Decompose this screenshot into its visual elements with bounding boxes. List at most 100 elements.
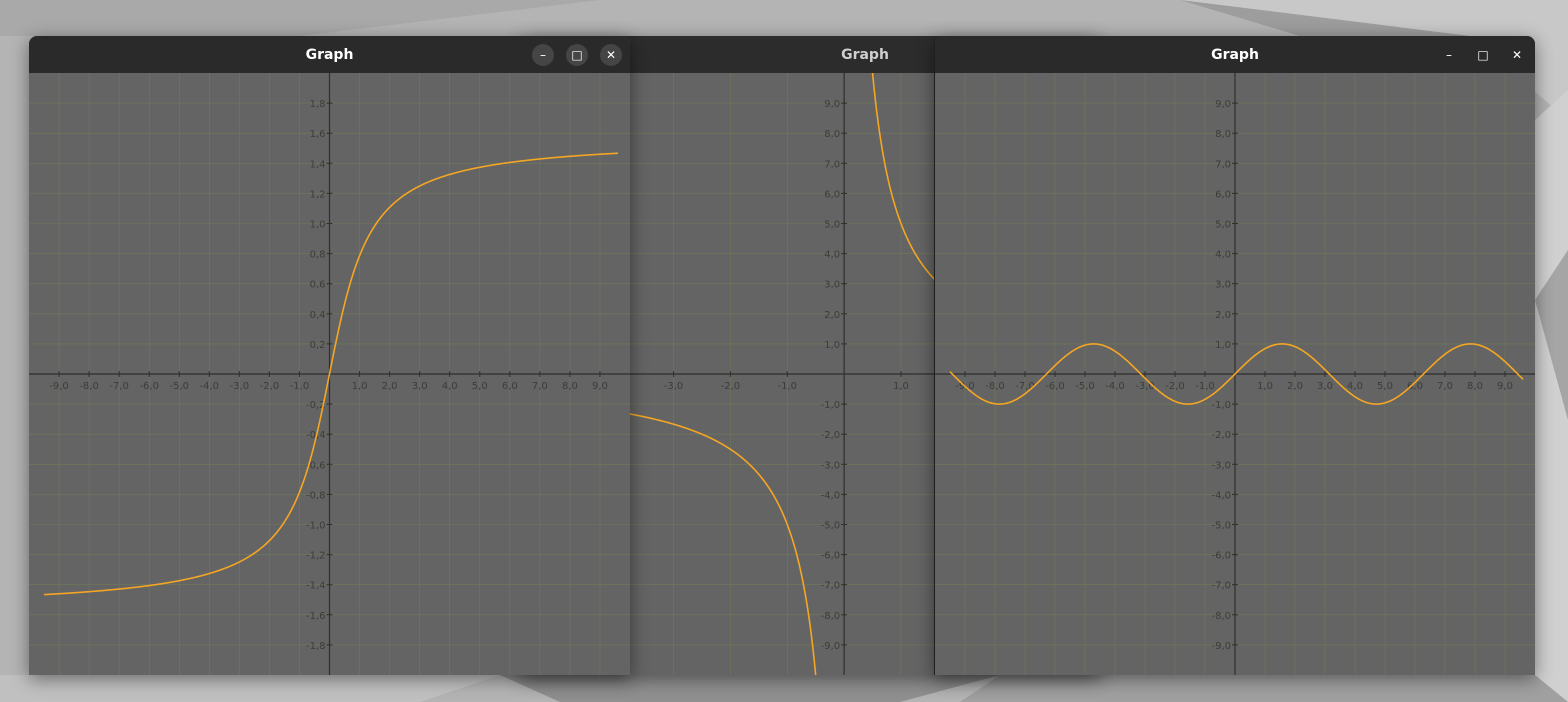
y-tick-label: -0,8 <box>306 490 326 501</box>
y-tick-label: 5,0 <box>1215 220 1231 231</box>
maximize-icon[interactable]: □ <box>566 44 588 66</box>
close-icon[interactable]: ✕ <box>600 44 622 66</box>
x-tick-label: -2,0 <box>721 381 741 392</box>
x-tick-label: 9,0 <box>1497 381 1513 392</box>
y-tick-label: -8,0 <box>821 611 841 622</box>
x-tick-label: 8,0 <box>1467 381 1483 392</box>
window-titlebar[interactable]: Graph – □ ✕ <box>29 36 630 73</box>
x-tick-label: -2,0 <box>1165 381 1185 392</box>
x-tick-label: -1,0 <box>290 381 310 392</box>
x-tick-label: 3,0 <box>1317 381 1333 392</box>
y-tick-label: -4,0 <box>1211 490 1231 501</box>
y-tick-label: 9,0 <box>1215 99 1231 110</box>
y-tick-label: 0,8 <box>310 250 326 261</box>
y-tick-label: -1,0 <box>306 521 326 532</box>
chart-plot-area[interactable]: -9,0 -8,0 -7,0 -6,0 -5,0 -4,0 -3,0 -2,0 -1,0 1,0 2… <box>29 73 630 675</box>
x-tick-label: -8,0 <box>79 381 99 392</box>
x-tick-label: -6,0 <box>1045 381 1065 392</box>
y-tick-label: -1,2 <box>306 551 326 562</box>
x-tick-label: 3,0 <box>412 381 428 392</box>
y-tick-label: -5,0 <box>1211 521 1231 532</box>
y-tick-label: 0,2 <box>310 340 326 351</box>
y-tick-label: -1,8 <box>306 641 326 652</box>
y-tick-label: 3,0 <box>1215 280 1231 291</box>
y-tick-label: 1,8 <box>310 99 326 110</box>
y-tick-label: 1,2 <box>310 189 326 200</box>
x-tick-label: 2,0 <box>1287 381 1303 392</box>
window-titlebar[interactable]: Graph – □ ✕ <box>935 36 1535 73</box>
y-tick-label: 1,0 <box>310 220 326 231</box>
minimize-icon[interactable]: – <box>532 44 554 66</box>
y-tick-label: 9,0 <box>824 99 840 110</box>
y-tick-label: 2,0 <box>1215 310 1231 321</box>
x-tick-label: -1,0 <box>1195 381 1215 392</box>
x-tick-label: -4,0 <box>200 381 220 392</box>
y-tick-label: -9,0 <box>821 641 841 652</box>
y-tick-label: -6,0 <box>1211 551 1231 562</box>
y-tick-label: 1,6 <box>310 129 326 140</box>
y-tick-label: 8,0 <box>1215 129 1231 140</box>
x-tick-label: 8,0 <box>562 381 578 392</box>
y-tick-label: 5,0 <box>824 220 840 231</box>
x-tick-label: -5,0 <box>1075 381 1095 392</box>
graph-window-arctan[interactable]: Graph – □ ✕ -9,0 -8,0 -7,0 -6,0 -5,0 -4,0 -3,0… <box>29 36 630 675</box>
x-tick-label: 4,0 <box>1347 381 1363 392</box>
x-tick-label: 6,0 <box>502 381 518 392</box>
minimize-icon[interactable]: – <box>1438 44 1460 66</box>
y-tick-label: 1,0 <box>824 340 840 351</box>
x-tick-label: 7,0 <box>532 381 548 392</box>
x-tick-label: -7,0 <box>1015 381 1035 392</box>
y-tick-label: 8,0 <box>824 129 840 140</box>
y-tick-label: -2,0 <box>1211 430 1231 441</box>
y-tick-label: -1,0 <box>821 400 841 411</box>
x-tick-label: -9,0 <box>49 381 69 392</box>
y-tick-label: -1,6 <box>306 611 326 622</box>
x-tick-label: -5,0 <box>169 381 189 392</box>
y-tick-label: -3,0 <box>821 460 841 471</box>
x-tick-label: 5,0 <box>472 381 488 392</box>
y-tick-label: 4,0 <box>1215 250 1231 261</box>
x-tick-label: 9,0 <box>592 381 608 392</box>
y-tick-label: 7,0 <box>824 159 840 170</box>
y-tick-label: 0,6 <box>310 280 326 291</box>
y-tick-label: -5,0 <box>821 521 841 532</box>
x-tick-label: -7,0 <box>109 381 129 392</box>
x-tick-label: 1,0 <box>352 381 368 392</box>
y-tick-label: 2,0 <box>824 310 840 321</box>
y-tick-label: 1,0 <box>1215 340 1231 351</box>
y-tick-label: -4,0 <box>821 490 841 501</box>
x-tick-label: -2,0 <box>260 381 280 392</box>
y-tick-label: 0,4 <box>310 310 326 321</box>
y-tick-label: 6,0 <box>1215 189 1231 200</box>
y-tick-label: -7,0 <box>1211 581 1231 592</box>
x-tick-label: 5,0 <box>1377 381 1393 392</box>
x-tick-label: 7,0 <box>1437 381 1453 392</box>
y-tick-label: 3,0 <box>824 280 840 291</box>
maximize-icon[interactable]: □ <box>1472 44 1494 66</box>
y-tick-label: -3,0 <box>1211 460 1231 471</box>
y-tick-label: 1,4 <box>310 159 326 170</box>
y-tick-label: 4,0 <box>824 250 840 261</box>
x-tick-label: -3,0 <box>230 381 250 392</box>
y-tick-label: -9,0 <box>1211 641 1231 652</box>
x-tick-label: 1,0 <box>893 381 909 392</box>
x-tick-label: -3,0 <box>1135 381 1155 392</box>
y-tick-label: -7,0 <box>821 581 841 592</box>
y-tick-label: 6,0 <box>824 189 840 200</box>
x-tick-label: -1,0 <box>777 381 797 392</box>
graph-window-sine[interactable]: Graph – □ ✕ -9,0 -8,0 -7,0 -6,0 -5,0 -4,0 -3,0… <box>934 36 1535 675</box>
x-tick-label: 1,0 <box>1257 381 1273 392</box>
y-tick-label: -2,0 <box>821 430 841 441</box>
y-tick-label: -1,0 <box>1211 400 1231 411</box>
y-tick-label: 7,0 <box>1215 159 1231 170</box>
x-tick-label: 2,0 <box>382 381 398 392</box>
y-tick-label: -6,0 <box>821 551 841 562</box>
x-tick-label: -8,0 <box>985 381 1005 392</box>
x-tick-label: 4,0 <box>442 381 458 392</box>
x-tick-label: -3,0 <box>664 381 684 392</box>
x-tick-label: -6,0 <box>139 381 159 392</box>
y-tick-label: -8,0 <box>1211 611 1231 622</box>
chart-plot-area[interactable]: -9,0 -8,0 -7,0 -6,0 -5,0 -4,0 -3,0 -2,0 -1,0 1,0 2… <box>935 73 1535 675</box>
x-tick-label: -4,0 <box>1105 381 1125 392</box>
close-icon[interactable]: ✕ <box>1506 44 1528 66</box>
